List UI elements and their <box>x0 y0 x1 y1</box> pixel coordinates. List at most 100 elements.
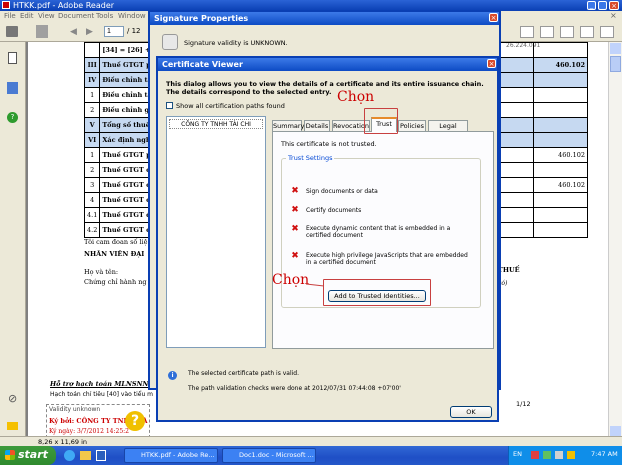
row-value: 460.102 <box>533 177 588 193</box>
row-index <box>83 42 101 58</box>
zoom-icon[interactable] <box>560 26 574 38</box>
ok-button[interactable]: OK <box>450 406 492 418</box>
page-number-input[interactable] <box>104 26 124 37</box>
cert-viewer-close-button[interactable]: × <box>487 59 496 68</box>
table-row <box>498 117 588 133</box>
declaration-text: Tôi cam đoan số liệ <box>84 238 148 246</box>
print-icon[interactable] <box>6 26 18 37</box>
word-quicklaunch-icon[interactable] <box>96 450 106 461</box>
menu-tools[interactable]: Tools <box>96 12 113 20</box>
tax-table-right: 460.102 460.102 460.102 <box>498 42 588 238</box>
table-row <box>498 42 588 58</box>
navigation-panel: ? ⊘ <box>0 42 26 440</box>
table-row: 460.102 <box>498 147 588 163</box>
row-blank <box>498 132 534 148</box>
row-blank <box>498 72 534 88</box>
tools-icon[interactable] <box>580 26 594 38</box>
row-index: III <box>83 57 101 73</box>
sig-props-title: Signature Properties <box>154 14 249 23</box>
row-index: IV <box>83 72 101 88</box>
page-up-icon[interactable] <box>520 26 534 38</box>
vertical-scrollbar[interactable] <box>608 42 622 440</box>
signature-stamp[interactable]: Validity unknown Ký bởi: CÔNG TY TNHH TÀ… <box>46 404 150 438</box>
row-value: 460.102 <box>533 57 588 73</box>
close-window-button[interactable]: × <box>609 1 619 10</box>
close-doc-icon[interactable]: × <box>610 11 617 20</box>
language-indicator[interactable]: EN <box>513 450 522 458</box>
next-page-icon[interactable]: ▶ <box>86 27 93 37</box>
attachment-icon[interactable]: ⊘ <box>8 392 17 405</box>
row-value <box>533 42 588 58</box>
table-row <box>498 192 588 208</box>
tray-icon-shield[interactable] <box>531 451 539 459</box>
start-button[interactable]: start <box>0 446 56 465</box>
system-tray: EN 7:47 AM <box>508 446 622 465</box>
row-blank <box>498 207 534 223</box>
find-icon[interactable] <box>36 25 48 38</box>
tab-summary[interactable]: Summary <box>272 120 304 131</box>
tab-legal-notice[interactable]: Legal Notice <box>428 120 468 141</box>
menu-edit[interactable]: Edit <box>20 12 34 20</box>
unknown-signature-icon: ? <box>125 411 145 431</box>
row-blank <box>498 57 534 73</box>
chain-entry[interactable]: CÔNG TY TNHH TÀI CHI <box>169 119 263 129</box>
share-icon[interactable] <box>600 26 614 38</box>
row-value <box>533 132 588 148</box>
path-valid-text: The selected certificate path is valid. <box>188 370 300 377</box>
tray-icon-network[interactable] <box>543 451 551 459</box>
cert-viewer-description: This dialog allows you to view the detai… <box>166 80 484 96</box>
trust-item-javascript: Execute high privilege JavaScripts that … <box>306 252 468 266</box>
folder-quicklaunch-icon[interactable] <box>80 451 91 460</box>
sig-props-close-button[interactable]: × <box>489 13 498 22</box>
trust-item-sign: Sign documents or data <box>306 188 378 195</box>
help-icon[interactable]: ? <box>7 112 18 123</box>
signatures-icon[interactable] <box>7 82 18 94</box>
row-value <box>533 207 588 223</box>
row-blank <box>498 192 534 208</box>
pages-icon[interactable] <box>8 52 17 64</box>
adobe-app-icon <box>2 1 10 9</box>
deny-icon: ✖ <box>291 186 299 196</box>
menu-file[interactable]: File <box>4 12 16 20</box>
menu-view[interactable]: View <box>38 12 55 20</box>
prev-page-icon[interactable]: ◀ <box>70 27 77 37</box>
table-row <box>498 207 588 223</box>
page-of-label: 1/12 <box>516 400 531 408</box>
scroll-up-arrow[interactable] <box>610 43 621 54</box>
comment-icon[interactable] <box>7 422 18 430</box>
tray-icon-volume[interactable] <box>555 451 563 459</box>
row-index: 2 <box>83 102 101 118</box>
scroll-thumb[interactable] <box>610 56 621 72</box>
signature-status: Validity unknown <box>49 406 101 413</box>
page-down-icon[interactable] <box>540 26 554 38</box>
tray-icon-update[interactable] <box>567 451 575 459</box>
adobe-title: HTKK.pdf - Adobe Reader <box>13 1 115 10</box>
cert-viewer-title-bar: Certificate Viewer <box>158 58 497 71</box>
table-row <box>498 87 588 103</box>
tab-details[interactable]: Details <box>304 120 330 131</box>
right-thue: THUẾ <box>498 266 520 274</box>
certificate-chain-list[interactable]: CÔNG TY TNHH TÀI CHI <box>166 116 266 348</box>
taskbar-item-adobe[interactable]: HTKK.pdf - Adobe Re... <box>124 448 218 463</box>
annotation-box-add <box>323 279 431 306</box>
ie-quicklaunch-icon[interactable] <box>64 450 75 461</box>
minimize-button[interactable]: _ <box>587 1 596 10</box>
name-label: Họ và tên: <box>84 268 119 276</box>
tab-trust[interactable]: Trust <box>371 117 397 132</box>
deny-icon: ✖ <box>291 251 299 261</box>
certificate-label: Chứng chỉ hành ng <box>84 278 147 286</box>
row-blank <box>498 102 534 118</box>
signed-date: Ký ngày: 3/7/2012 14:25:2 <box>49 428 129 435</box>
show-all-paths-checkbox[interactable] <box>166 102 173 109</box>
menu-document[interactable]: Document <box>58 12 94 20</box>
row-blank <box>498 147 534 163</box>
row-index: 2 <box>83 162 101 178</box>
taskbar-item-word[interactable]: Doc1.doc - Microsoft ... <box>222 448 316 463</box>
sig-props-title-bar: Signature Properties <box>150 12 499 25</box>
maximize-button[interactable] <box>598 1 607 10</box>
support-title: Hỗ trợ hạch toán MLNSNN: <box>50 380 151 388</box>
taskbar: start HTKK.pdf - Adobe Re... Doc1.doc - … <box>0 446 622 465</box>
row-value <box>533 72 588 88</box>
tab-policies[interactable]: Policies <box>398 120 426 131</box>
menu-window[interactable]: Window <box>118 12 146 20</box>
